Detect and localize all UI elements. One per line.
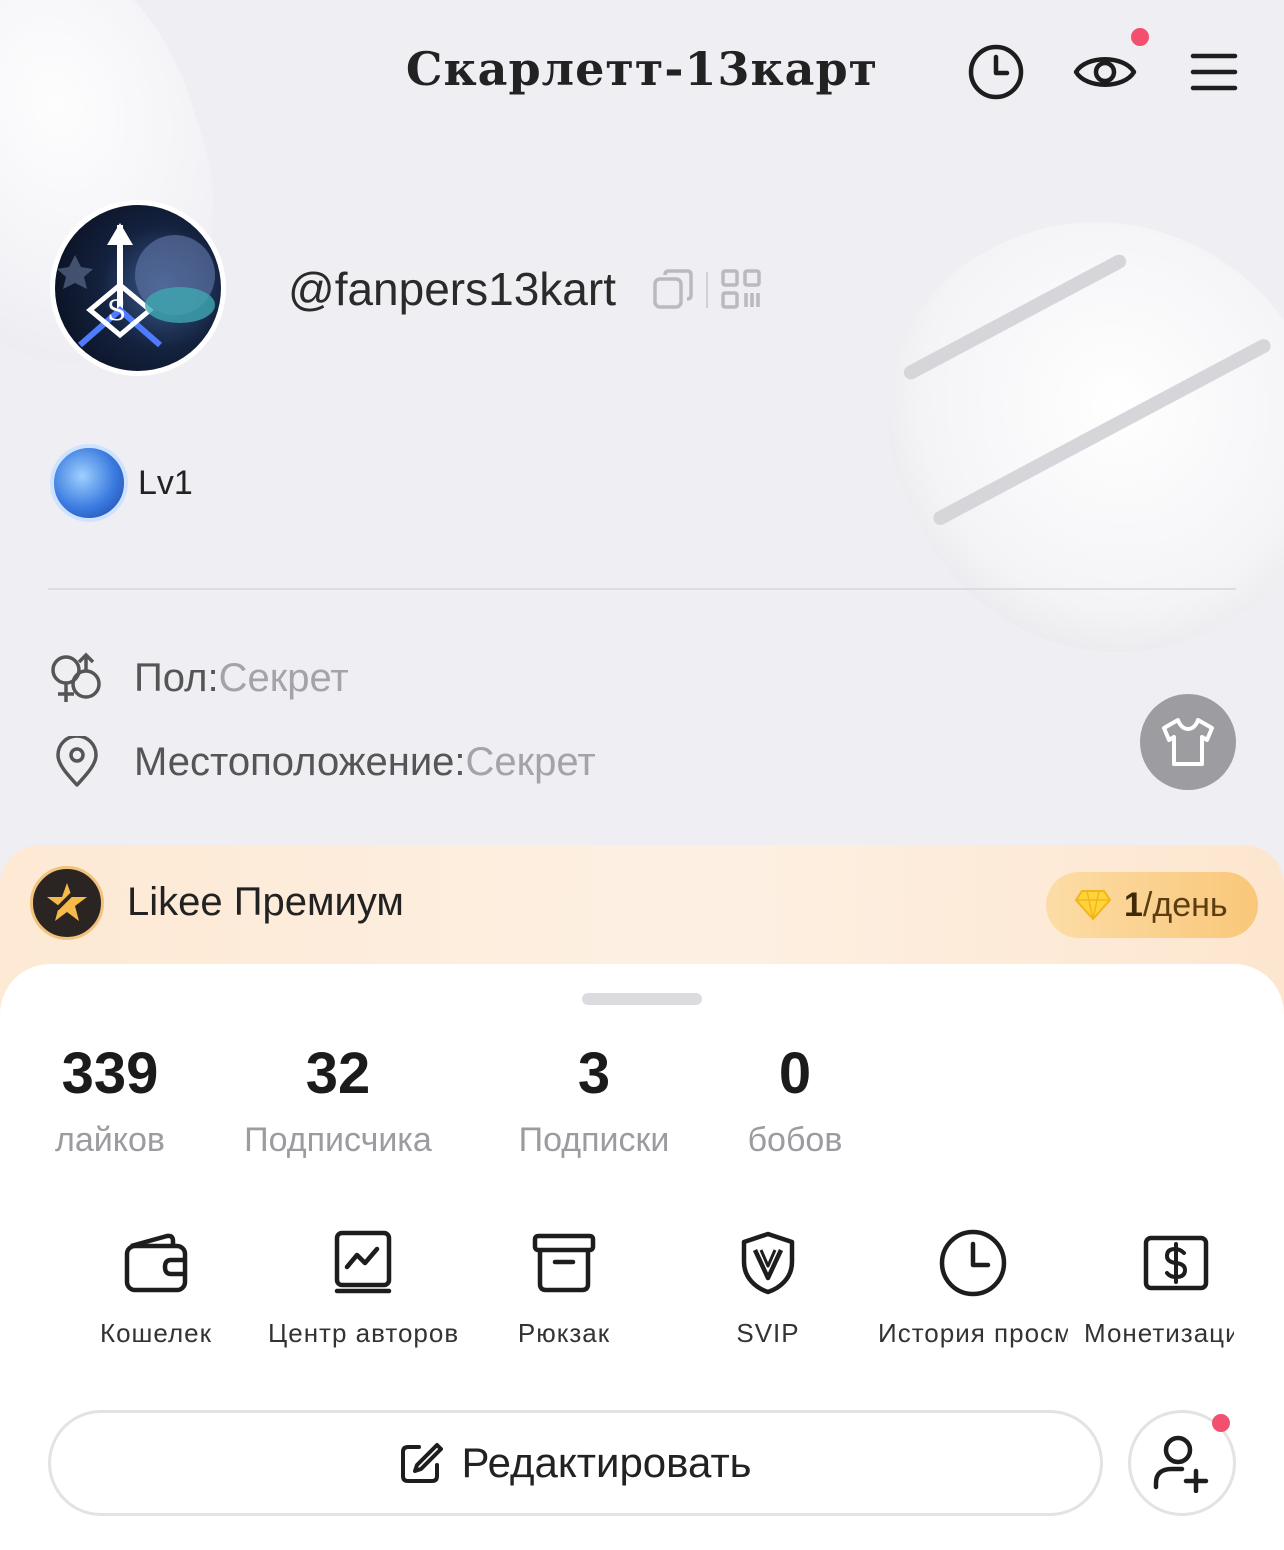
monetization-icon <box>1143 1235 1209 1291</box>
stat-value: 3 <box>577 1041 611 1106</box>
outfit-button[interactable] <box>1140 694 1236 790</box>
notification-dot <box>1212 1414 1230 1432</box>
likee-premium-logo-icon <box>30 866 104 940</box>
history-button[interactable] <box>964 40 1028 104</box>
stat-label: Подписчика <box>244 1121 432 1159</box>
premium-title: Likee Премиум <box>127 880 404 924</box>
location-label: Местоположение: <box>134 739 466 784</box>
visitors-button[interactable] <box>1070 40 1140 104</box>
divider <box>706 272 708 308</box>
premium-price-pill[interactable]: 1/день <box>1046 872 1258 938</box>
diamond-icon <box>1074 890 1112 921</box>
edit-profile-label: Редактировать <box>461 1439 752 1486</box>
background-heart-shape <box>821 142 1284 728</box>
tool-label: История просмотров <box>878 1318 1068 1348</box>
stat-label: бобов <box>747 1121 843 1159</box>
drag-handle[interactable] <box>582 993 702 1005</box>
premium-unit: /день <box>1142 885 1228 924</box>
backpack-icon <box>532 1233 596 1293</box>
stat-value: 32 <box>305 1041 371 1106</box>
history-icon <box>939 1229 1007 1297</box>
stat-label: лайков <box>55 1121 165 1159</box>
location-pin-icon <box>56 736 98 787</box>
tool-watch-history[interactable]: История просмотров <box>878 1228 1068 1349</box>
wallet-icon <box>124 1233 188 1293</box>
location-row: Местоположение: Секрет <box>48 736 596 788</box>
copy-icon <box>653 269 693 309</box>
premium-count: 1 <box>1124 885 1143 924</box>
location-value: Секрет <box>465 739 596 784</box>
tool-label: Рюкзак <box>517 1318 611 1348</box>
edit-icon <box>401 1443 444 1483</box>
clock-icon <box>968 44 1024 100</box>
avatar-image: S <box>57 223 215 348</box>
gender-value: Секрет <box>218 655 349 700</box>
avatar[interactable]: S <box>50 200 226 376</box>
tool-label: Монетизация <box>1084 1318 1234 1348</box>
gender-icon <box>51 652 101 702</box>
stat-followers[interactable]: 32 Подписчика <box>228 1040 448 1160</box>
add-user-icon <box>1153 1435 1209 1493</box>
tool-backpack[interactable]: Рюкзак <box>474 1228 654 1349</box>
level-label: Lv1 <box>138 464 193 502</box>
tool-monetization[interactable]: Монетизация <box>1084 1228 1234 1349</box>
gender-row: Пол: Секрет <box>48 652 349 704</box>
stat-beans[interactable]: 0 бобов <box>736 1040 854 1160</box>
svip-icon <box>741 1231 795 1295</box>
star-icon <box>47 883 87 921</box>
notification-dot <box>1131 28 1149 46</box>
tool-label: SVIP <box>736 1318 800 1348</box>
stat-likes[interactable]: 339 лайков <box>48 1040 172 1160</box>
stat-following[interactable]: 3 Подписки <box>500 1040 688 1160</box>
stat-value: 0 <box>778 1041 812 1106</box>
menu-button[interactable] <box>1182 40 1246 104</box>
gender-label: Пол: <box>134 655 219 700</box>
section-divider <box>48 588 1236 590</box>
creator-center-icon <box>334 1230 392 1294</box>
username: @fanpers13kart <box>288 263 616 315</box>
eye-icon <box>1073 57 1137 87</box>
menu-icon <box>1190 53 1238 91</box>
tool-label: Кошелек <box>99 1318 213 1348</box>
qr-code-button[interactable] <box>720 268 762 315</box>
tool-label: Центр авторов <box>268 1318 458 1348</box>
stat-value: 339 <box>61 1041 159 1106</box>
tool-creator-center[interactable]: Центр авторов <box>268 1228 458 1349</box>
copy-username-button[interactable] <box>652 268 694 315</box>
tool-svip[interactable]: SVIP <box>678 1228 858 1349</box>
t-shirt-icon <box>1162 718 1214 766</box>
tool-wallet[interactable]: Кошелек <box>66 1228 246 1349</box>
stat-label: Подписки <box>518 1121 670 1159</box>
qr-code-icon <box>721 269 761 309</box>
level-badge-icon[interactable] <box>50 444 128 522</box>
edit-profile-button[interactable]: Редактировать <box>48 1410 1103 1516</box>
svg-text:S: S <box>107 294 126 327</box>
